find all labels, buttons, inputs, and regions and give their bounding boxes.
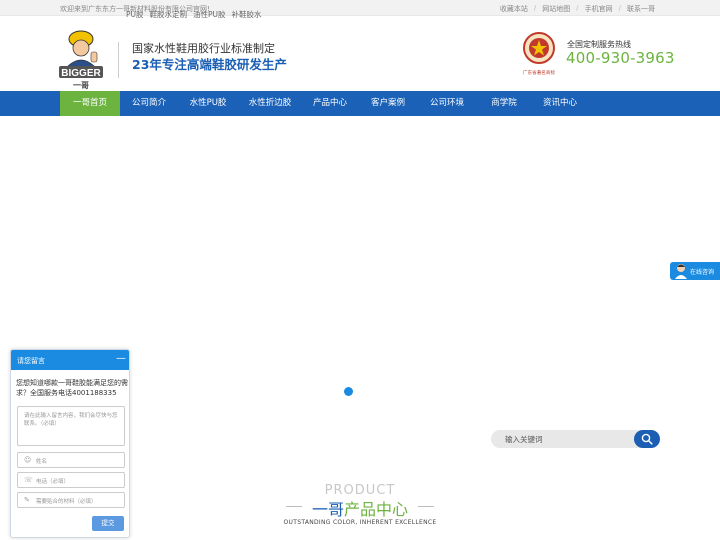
phone-field[interactable]: ☏ 电话（必填） <box>17 472 125 488</box>
hot-keyword[interactable]: 油性PU胶 <box>193 9 226 20</box>
nav-item-products[interactable]: 产品中心 <box>302 91 358 116</box>
message-widget: 请您留言 — 您想知道哪款一哥鞋胶能满足您的需求？全国服务电话400118833… <box>10 349 130 538</box>
top-bar: 欢迎来到广东东方一哥新材料股份有限公司官网! 收藏本站 / 网站地图 / 手机官… <box>0 0 720 16</box>
logo-text: BIGGER <box>61 68 101 79</box>
header-divider <box>118 42 119 78</box>
nav-item-home[interactable]: 一哥首页 <box>60 91 120 116</box>
site-header: BIGGER 一哥 国家水性鞋用胶行业标准制定 23年专注高端鞋胶研发生产 广东… <box>0 16 720 91</box>
top-link-mobile[interactable]: 手机官网 <box>585 4 613 14</box>
material-placeholder: 需要贴合的材料（必填） <box>36 499 97 505</box>
nav-item-about[interactable]: 公司简介 <box>120 91 178 116</box>
hotline-number: 400-930-3963 <box>566 49 675 67</box>
top-link-contact[interactable]: 联系一哥 <box>627 4 655 14</box>
material-icon: ✎ <box>24 496 30 504</box>
company-logo[interactable]: BIGGER 一哥 <box>58 28 104 90</box>
search-placeholder: 输入关键词 <box>505 435 543 444</box>
product-title-brand: 一哥 <box>311 500 344 519</box>
user-icon: ☺ <box>24 456 32 464</box>
trademark-badge: 广东省著名商标 <box>521 30 557 80</box>
hot-keyword[interactable]: 鞋胶水定制 <box>150 9 188 20</box>
message-placeholder: 请在此输入留言内容，我们会尽快与您联系。（必填） <box>24 413 118 427</box>
nav-item-environment[interactable]: 公司环境 <box>418 91 476 116</box>
top-link-sitemap[interactable]: 网站地图 <box>542 4 570 14</box>
badge-caption: 广东省著名商标 <box>523 69 556 76</box>
online-consult-label: 在线咨询 <box>690 269 715 276</box>
agent-avatar-icon <box>675 264 687 279</box>
product-title-main: 产品中心 <box>344 500 409 519</box>
nav-item-pu-glue[interactable]: 水性PU胶 <box>178 91 238 116</box>
submit-button[interactable]: 提交 <box>92 516 124 531</box>
separator: / <box>533 4 537 12</box>
nav-item-news[interactable]: 资讯中心 <box>532 91 588 116</box>
name-placeholder: 姓名 <box>36 459 48 465</box>
logo-subtext: 一哥 <box>73 81 89 90</box>
nav-item-folding-glue[interactable]: 水性折边胶 <box>238 91 302 116</box>
top-link-bookmark[interactable]: 收藏本站 <box>500 4 528 14</box>
message-widget-title: 请您留言 <box>17 357 45 365</box>
message-widget-header[interactable]: 请您留言 — <box>11 350 129 370</box>
hot-keyword[interactable]: 补鞋胶水 <box>232 9 262 20</box>
top-links: 收藏本站 / 网站地图 / 手机官网 / 联系一哥 <box>500 4 655 14</box>
phone-placeholder: 电话（必填） <box>36 479 70 485</box>
minimize-icon[interactable]: — <box>116 353 126 364</box>
search-icon <box>641 433 653 445</box>
search-button[interactable] <box>634 430 660 448</box>
online-consult-tab[interactable]: 在线咨询 <box>670 262 720 280</box>
hot-keyword[interactable]: PU胶 <box>126 9 144 20</box>
separator: / <box>618 4 621 12</box>
phone-icon: ☏ <box>24 476 33 484</box>
nav-item-academy[interactable]: 商学院 <box>476 91 532 116</box>
name-field[interactable]: ☺ 姓名 <box>17 452 125 468</box>
message-textarea[interactable]: 请在此输入留言内容，我们会尽快与您联系。（必填） <box>17 406 125 446</box>
slogan-line-2: 23年专注高端鞋胶研发生产 <box>132 57 287 72</box>
hot-keywords: PU胶 鞋胶水定制 油性PU胶 补鞋胶水 <box>126 9 262 20</box>
nav-item-cases[interactable]: 客户案例 <box>358 91 418 116</box>
separator: / <box>576 4 579 12</box>
slider-dot[interactable] <box>344 387 353 396</box>
message-widget-intro: 您想知道哪款一哥鞋胶能满足您的需求？全国服务电话4001188335 <box>16 379 128 397</box>
main-nav: 一哥首页 公司简介 水性PU胶 水性折边胶 产品中心 客户案例 公司环境 商学院… <box>0 91 720 116</box>
material-field[interactable]: ✎ 需要贴合的材料（必填） <box>17 492 125 508</box>
